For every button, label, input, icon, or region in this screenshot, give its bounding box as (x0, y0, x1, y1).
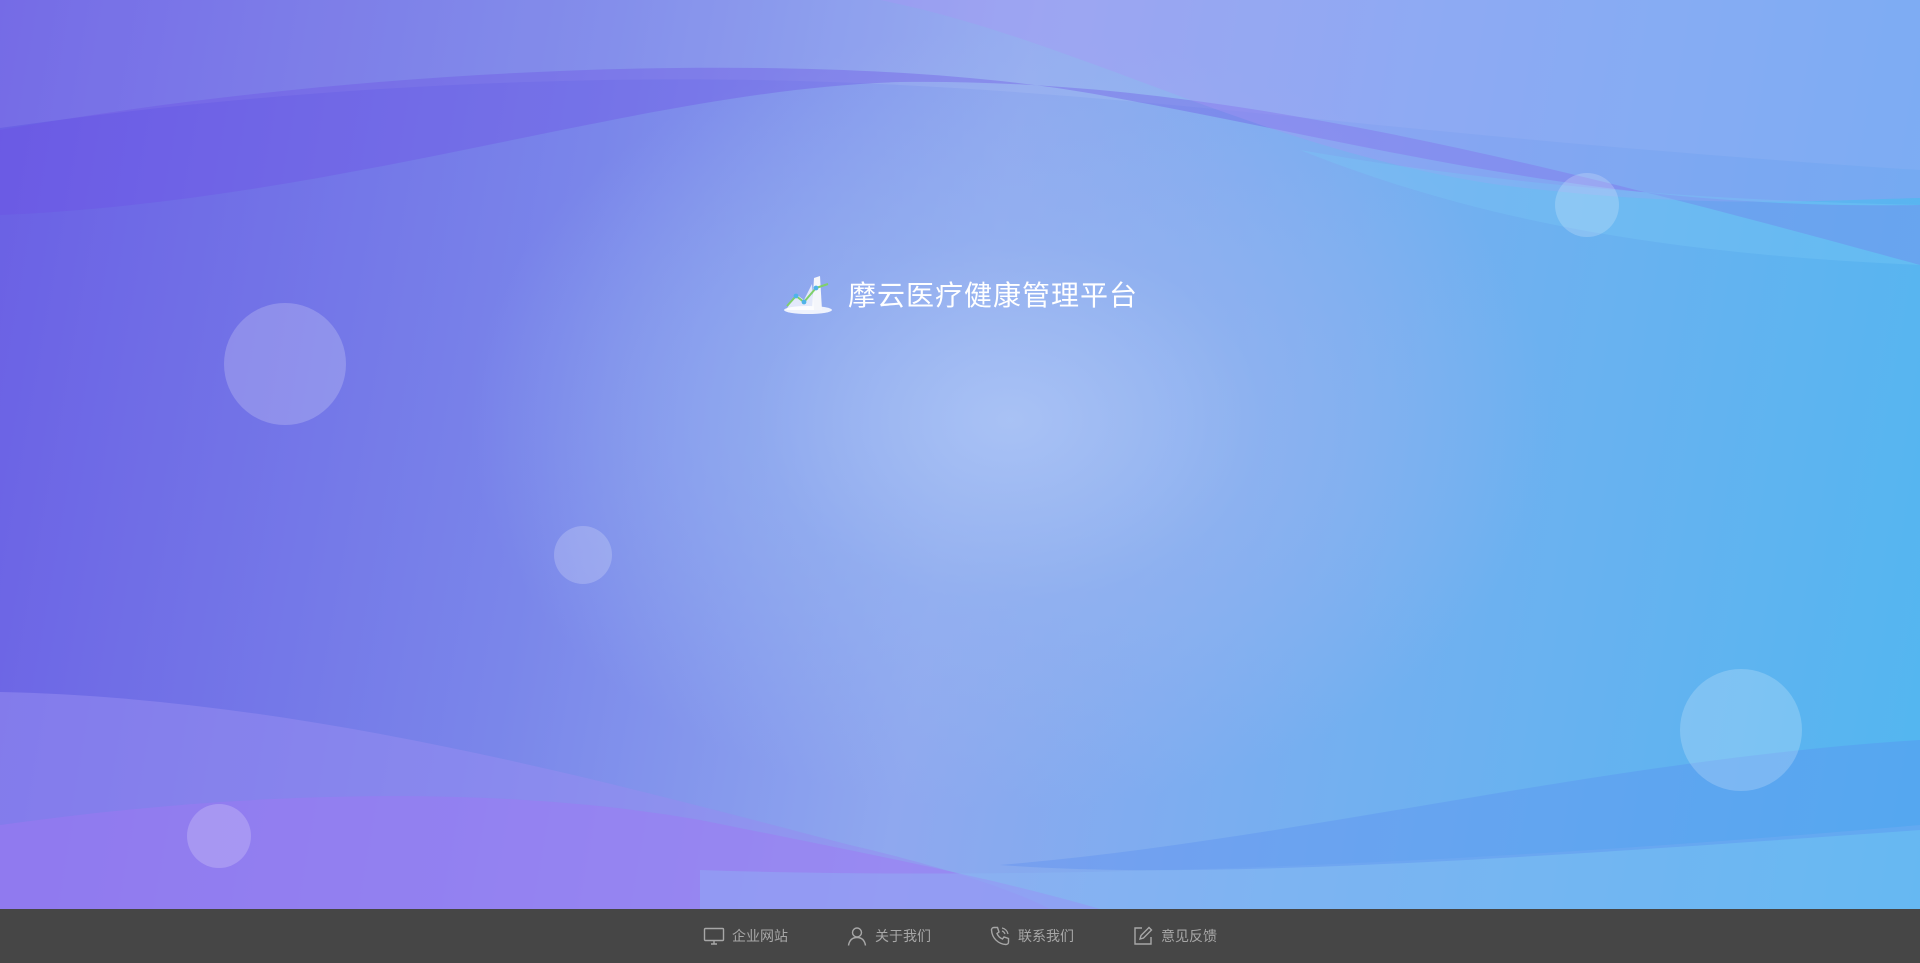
decorative-waves (0, 0, 1920, 909)
decorative-bubble (554, 526, 612, 584)
brand-header: 摩云医疗健康管理平台 (782, 270, 1138, 318)
footer-link-label: 意见反馈 (1161, 929, 1217, 945)
footer-link-contact-us[interactable]: 联系我们 (989, 925, 1074, 947)
footer-link-label: 联系我们 (1018, 929, 1074, 945)
footer-link-feedback[interactable]: 意见反馈 (1132, 925, 1217, 947)
hero-background: 摩云医疗健康管理平台 (0, 0, 1920, 909)
footer-bar: 企业网站 关于我们 联系我们 意见反馈 (0, 909, 1920, 963)
decorative-bubble (224, 303, 346, 425)
footer-link-company-website[interactable]: 企业网站 (703, 925, 788, 947)
decorative-bubble (1555, 173, 1619, 237)
decorative-bubble (1680, 669, 1802, 791)
footer-link-label: 企业网站 (732, 929, 788, 945)
edit-icon (1134, 926, 1153, 945)
footer-link-about-us[interactable]: 关于我们 (846, 925, 931, 947)
decorative-bubble (187, 804, 251, 868)
logo-icon (784, 276, 832, 314)
monitor-icon (703, 927, 725, 945)
user-icon (847, 927, 867, 946)
footer-link-label: 关于我们 (875, 929, 931, 945)
page-title: 摩云医疗健康管理平台 (848, 279, 1139, 312)
phone-icon (990, 926, 1010, 946)
